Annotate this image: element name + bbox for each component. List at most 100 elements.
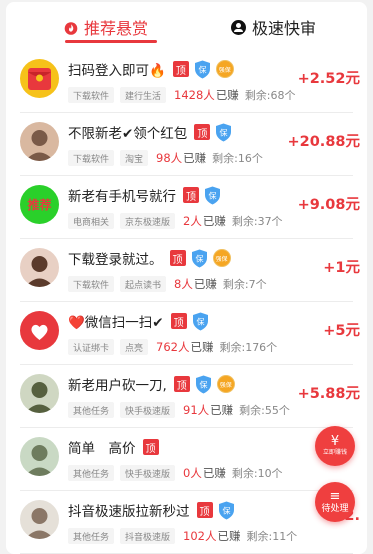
flame-icon [64,20,78,35]
task-row[interactable]: 新老用户砍一刀, 顶 保强保 其他任务 快手极速版 91人 已赚 剩余:55个 … [6,365,367,428]
remaining-count: 剩余:68个 [244,89,296,102]
top-badge: 顶 [196,502,213,518]
earned-label: 已赚 [183,151,207,165]
svg-text:保: 保 [209,190,217,200]
red-envelope-icon [20,59,59,98]
remaining-count: 剩余:55个 [239,404,290,417]
task-app-tag: 淘宝 [120,150,149,166]
task-row[interactable]: 推荐 新老有手机号就行 顶 保 电商相关 京东极速版 2人 已赚 剩余:37个 … [6,176,367,239]
remaining-count: 剩余:176个 [219,341,278,354]
task-list-card: 推荐悬赏 极速快审 扫码登入即可🔥 顶 保强保 下载软件 建行生活 1428人 … [6,2,367,554]
task-title-line: 新老有手机号就行 顶 保 [68,185,221,205]
task-app-tag: 京东极速版 [120,213,176,229]
user-photo-icon [20,437,59,476]
task-category-tag: 下载软件 [68,150,115,166]
task-title: 新老用户砍一刀, [68,378,167,394]
strong-guarantee-badge: 强保 [215,60,234,78]
task-meta: 其他任务 快手极速版 0人 已赚 剩余:10个 [68,465,283,481]
remaining-count: 剩余:16个 [212,152,263,165]
earned-count: 762人 [156,340,190,354]
task-row[interactable]: 不限新老✔领个红包 顶 保 下载软件 淘宝 98人 已赚 剩余:16个 +20.… [6,113,367,176]
task-title-line: ❤️微信扫一扫✔ 顶 保 [68,311,209,331]
task-app-tag: 快手极速版 [120,465,176,481]
task-title: 抖音极速版拉新秒过 [68,504,190,520]
task-reward: +2.52元 [297,71,360,87]
task-category-tag: 其他任务 [68,465,115,481]
top-badge: 顶 [170,313,187,329]
task-title: 新老有手机号就行 [68,189,176,205]
task-title-line: 扫码登入即可🔥 顶 保强保 [68,59,234,79]
task-reward: +5元 [323,323,360,339]
recommend-icon: 推荐 [20,185,59,224]
earned-count: 102人 [183,529,217,543]
user-photo-icon [20,122,59,161]
svg-text:保: 保 [196,316,204,326]
remaining-count: 剩余:10个 [231,467,283,480]
top-badge: 顶 [169,250,186,266]
earned-label: 已赚 [193,277,217,291]
earned-label: 已赚 [215,88,239,102]
user-photo-icon [20,248,59,287]
list-icon: ≡ [329,489,341,504]
svg-text:保: 保 [195,253,203,263]
earned-label: 已赚 [202,466,226,480]
task-row[interactable]: 下载登录就过。 顶 保强保 下载软件 起点读书 8人 已赚 剩余:7个 +1元 [6,239,367,302]
task-category-tag: 其他任务 [68,402,115,418]
task-category-tag: 下载软件 [68,87,115,103]
heart-hand-icon [20,311,59,350]
earned-count: 1428人 [174,88,215,102]
svg-text:保: 保 [222,505,230,515]
remaining-count: 剩余:7个 [222,278,267,291]
task-app-tag: 快手极速版 [120,402,176,418]
earned-label: 已赚 [202,214,226,228]
user-photo-icon [20,500,59,539]
task-reward: +20.88元 [287,134,360,150]
svg-text:保: 保 [199,379,207,389]
pending-button[interactable]: ≡ 待处理 [315,482,355,522]
earned-label: 已赚 [190,340,214,354]
task-meta: 电商相关 京东极速版 2人 已赚 剩余:37个 [68,213,283,229]
task-title: 不限新老✔领个红包 [68,126,188,142]
task-app-tag: 起点读书 [120,276,167,292]
task-reward: +5.88元 [297,386,360,402]
task-row[interactable]: 抖音极速版拉新秒过 顶 保 其他任务 抖音极速版 102人 已赚 剩余:11个 … [6,491,367,554]
tab-recommended[interactable]: 推荐悬赏 [64,16,148,38]
tab-recommended-label: 推荐悬赏 [84,19,149,38]
task-category-tag: 其他任务 [68,528,115,544]
tab-fast-review[interactable]: 极速快审 [231,16,316,38]
guarantee-shield-icon: 保 [204,186,221,205]
earned-count: 8人 [174,277,193,291]
active-tab-indicator [65,40,157,43]
task-title: 下载登录就过。 [68,252,163,268]
pending-label: 待处理 [321,504,349,514]
guarantee-shield-icon: 保 [191,249,208,268]
task-title: 简单 高价 [68,441,136,457]
svg-text:保: 保 [198,64,206,74]
tab-fast-review-label: 极速快审 [252,19,317,38]
task-reward: +1元 [323,260,360,276]
task-app-tag: 点亮 [120,339,149,355]
remaining-count: 剩余:11个 [246,530,298,543]
task-row[interactable]: 简单 高价 顶 其他任务 快手极速版 0人 已赚 剩余:10个 [6,428,367,491]
task-meta: 认证绑卡 点亮 762人 已赚 剩余:176个 [68,339,277,355]
task-meta: 下载软件 起点读书 8人 已赚 剩余:7个 [68,276,267,292]
svg-text:保: 保 [220,127,228,137]
top-badge: 顶 [172,61,189,77]
remaining-count: 剩余:37个 [231,215,283,228]
earned-count: 91人 [183,403,210,417]
earn-now-button[interactable]: ¥ 立即赚钱 [315,426,355,466]
task-meta: 其他任务 快手极速版 91人 已赚 剩余:55个 [68,402,290,418]
task-row[interactable]: 扫码登入即可🔥 顶 保强保 下载软件 建行生活 1428人 已赚 剩余:68个 … [6,50,367,113]
earned-label: 已赚 [210,403,234,417]
top-badge: 顶 [173,376,190,392]
task-title-line: 简单 高价 顶 [68,437,159,457]
task-meta: 下载软件 淘宝 98人 已赚 剩余:16个 [68,150,263,166]
task-meta: 其他任务 抖音极速版 102人 已赚 剩余:11个 [68,528,297,544]
task-category-tag: 认证绑卡 [68,339,115,355]
task-title-line: 抖音极速版拉新秒过 顶 保 [68,500,235,520]
task-row[interactable]: ❤️微信扫一扫✔ 顶 保 认证绑卡 点亮 762人 已赚 剩余:176个 +5元 [6,302,367,365]
guarantee-shield-icon: 保 [195,375,212,394]
top-badge: 顶 [183,187,199,203]
task-app-tag: 抖音极速版 [120,528,176,544]
yuan-icon: ¥ [330,434,340,449]
